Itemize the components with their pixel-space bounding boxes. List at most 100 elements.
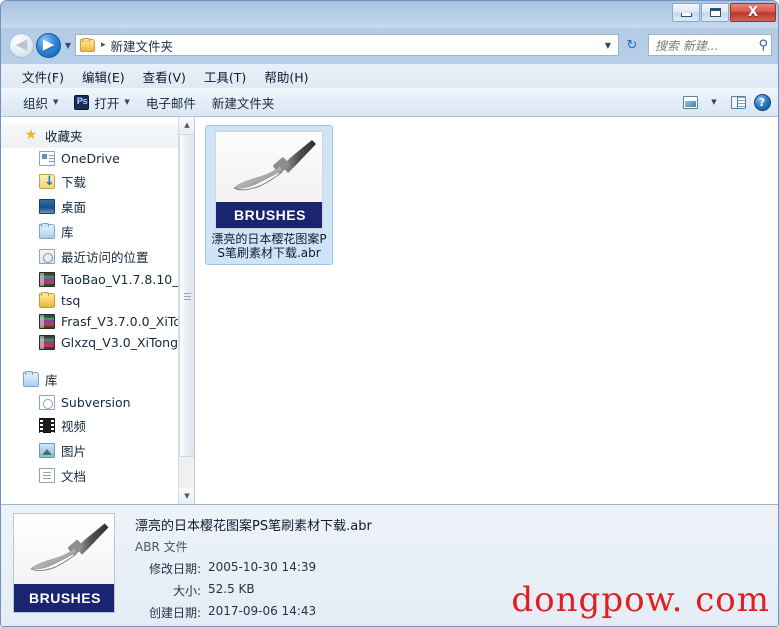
new-folder-button[interactable]: 新建文件夹 — [204, 90, 283, 115]
search-icon: ⚲ — [758, 37, 768, 53]
breadcrumb[interactable]: 新建文件夹 — [111, 36, 174, 55]
sidebar-item-glxzq[interactable]: Glxzq_V3.0_XiTongZh — [1, 332, 194, 353]
sidebar-item-label: 图片 — [61, 444, 87, 459]
sidebar-item-label: OneDrive — [61, 151, 120, 166]
library-icon — [39, 223, 55, 239]
explorer-window: X ◀ ▶ ▼ ▸ 新建文件夹 ▼ ↻ 搜索 新建... ⚲ 文件(F) 编辑(… — [0, 0, 779, 627]
library-icon — [23, 371, 39, 387]
navigation-list: ★ 收藏夹 OneDrive 下载 桌面 库 — [1, 117, 194, 488]
menu-bar: 文件(F) 编辑(E) 查看(V) 工具(T) 帮助(H) — [1, 64, 778, 88]
menu-item-edit[interactable]: 编辑(E) — [73, 65, 134, 88]
file-name-label: 漂亮的日本樱花图案PS笔刷素材下载.abr — [211, 232, 327, 260]
details-value: 2017-09-06 14:43 — [208, 604, 317, 618]
scrollbar-thumb[interactable] — [179, 134, 194, 457]
sidebar-item-label: Frasf_V3.7.0.0_XiTong — [61, 314, 194, 329]
view-dropdown-button[interactable]: ▼ — [703, 92, 725, 112]
menu-item-tools[interactable]: 工具(T) — [195, 65, 255, 88]
forward-button[interactable]: ▶ — [36, 32, 61, 58]
details-row-size: 大小: 52.5 KB — [135, 582, 372, 599]
nav-group-favorites[interactable]: ★ 收藏夹 — [1, 123, 194, 148]
details-thumbnail: BRUSHES — [13, 513, 115, 613]
breadcrumb-separator-icon: ▸ — [101, 40, 106, 50]
email-button[interactable]: 电子邮件 — [138, 90, 204, 115]
sidebar-item-pictures[interactable]: 图片 — [1, 438, 194, 463]
sidebar-item-library[interactable]: 库 — [1, 219, 194, 244]
file-thumbnail: BRUSHES — [215, 131, 323, 229]
sidebar-item-videos[interactable]: 视频 — [1, 413, 194, 438]
search-placeholder: 搜索 新建... — [655, 38, 719, 53]
paintbrush-icon — [216, 132, 322, 204]
folder-icon — [39, 292, 55, 308]
sidebar-item-documents[interactable]: 文档 — [1, 463, 194, 488]
archive-icon — [39, 335, 55, 350]
address-bar-row: ◀ ▶ ▼ ▸ 新建文件夹 ▼ ↻ 搜索 新建... ⚲ — [1, 28, 778, 62]
address-bar[interactable]: ▸ 新建文件夹 ▼ — [75, 34, 619, 56]
new-folder-label: 新建文件夹 — [211, 95, 275, 111]
close-button[interactable]: X — [730, 3, 776, 22]
refresh-icon: ↻ — [626, 37, 638, 53]
sidebar-item-desktop[interactable]: 桌面 — [1, 194, 194, 219]
brushes-band: BRUSHES — [14, 584, 114, 612]
back-button[interactable]: ◀ — [9, 32, 34, 58]
maximize-icon — [709, 8, 721, 17]
open-with-photoshop-button[interactable]: Ps 打开 ▼ — [66, 90, 137, 115]
sidebar-item-onedrive[interactable]: OneDrive — [1, 148, 194, 169]
sidebar-item-subversion[interactable]: Subversion — [1, 392, 194, 413]
navigation-scrollbar[interactable]: ▲ ▼ — [178, 117, 194, 504]
refresh-button[interactable]: ↻ — [621, 34, 643, 56]
details-value: 2005-10-30 14:39 — [208, 560, 317, 574]
sidebar-item-label: tsq — [61, 293, 81, 308]
organize-button[interactable]: 组织 ▼ — [15, 90, 66, 115]
sidebar-item-downloads[interactable]: 下载 — [1, 169, 194, 194]
sidebar-item-label: Glxzq_V3.0_XiTongZh — [61, 335, 194, 350]
desktop-icon — [39, 199, 55, 214]
command-toolbar: 组织 ▼ Ps 打开 ▼ 电子邮件 新建文件夹 ▼ ? — [1, 88, 778, 117]
downloads-icon — [39, 174, 55, 190]
star-icon: ★ — [24, 127, 38, 143]
scroll-down-button[interactable]: ▼ — [179, 488, 194, 504]
nav-group-favorites-label: 收藏夹 — [45, 129, 83, 144]
scroll-up-button[interactable]: ▲ — [179, 117, 194, 133]
video-icon — [39, 418, 55, 433]
sidebar-item-tsq[interactable]: tsq — [1, 290, 194, 311]
sidebar-item-taobao[interactable]: TaoBao_V1.7.8.10_Wi — [1, 269, 194, 290]
preview-pane-button[interactable] — [727, 92, 749, 112]
chevron-down-icon: ▼ — [64, 40, 72, 50]
file-list-pane[interactable]: BRUSHES 漂亮的日本樱花图案PS笔刷素材下载.abr — [195, 117, 778, 504]
sidebar-item-frasf[interactable]: Frasf_V3.7.0.0_XiTong — [1, 311, 194, 332]
organize-label: 组织 — [23, 95, 49, 111]
sidebar-item-label: TaoBao_V1.7.8.10_Wi — [61, 272, 194, 287]
menu-item-file[interactable]: 文件(F) — [13, 65, 73, 88]
archive-icon — [39, 314, 55, 329]
sidebar-item-label: 文档 — [61, 469, 87, 484]
details-label: 修改日期: — [148, 562, 201, 576]
details-info: 漂亮的日本樱花图案PS笔刷素材下载.abr ABR 文件 修改日期: 2005-… — [135, 513, 372, 626]
history-dropdown-button[interactable]: ▼ — [61, 34, 75, 56]
menu-item-help[interactable]: 帮助(H) — [255, 65, 317, 88]
sidebar-item-label: 库 — [61, 225, 74, 240]
minimize-button[interactable] — [672, 3, 700, 22]
search-input[interactable]: 搜索 新建... ⚲ — [648, 34, 772, 56]
details-row-modified: 修改日期: 2005-10-30 14:39 — [135, 560, 372, 577]
address-dropdown-button[interactable]: ▼ — [600, 41, 616, 50]
title-bar: X — [1, 1, 778, 28]
details-pane: BRUSHES 漂亮的日本樱花图案PS笔刷素材下载.abr ABR 文件 修改日… — [1, 504, 778, 626]
change-view-button[interactable] — [679, 92, 701, 112]
sidebar-item-label: 最近访问的位置 — [61, 250, 149, 265]
chevron-up-icon: ▲ — [184, 121, 190, 129]
file-item[interactable]: BRUSHES 漂亮的日本樱花图案PS笔刷素材下载.abr — [205, 125, 333, 265]
recent-places-icon — [39, 249, 55, 264]
details-label: 创建日期: — [148, 606, 201, 620]
details-label: 大小: — [172, 584, 201, 598]
onedrive-icon — [39, 151, 55, 166]
nav-group-libraries[interactable]: 库 — [1, 367, 194, 392]
navigation-pane: ★ 收藏夹 OneDrive 下载 桌面 库 — [1, 117, 195, 504]
documents-icon — [39, 468, 55, 483]
chevron-down-icon: ▼ — [604, 40, 612, 50]
maximize-button[interactable] — [701, 3, 729, 22]
help-button[interactable]: ? — [751, 92, 773, 112]
menu-item-view[interactable]: 查看(V) — [134, 65, 195, 88]
archive-icon — [39, 272, 55, 287]
sidebar-item-recent-places[interactable]: 最近访问的位置 — [1, 244, 194, 269]
